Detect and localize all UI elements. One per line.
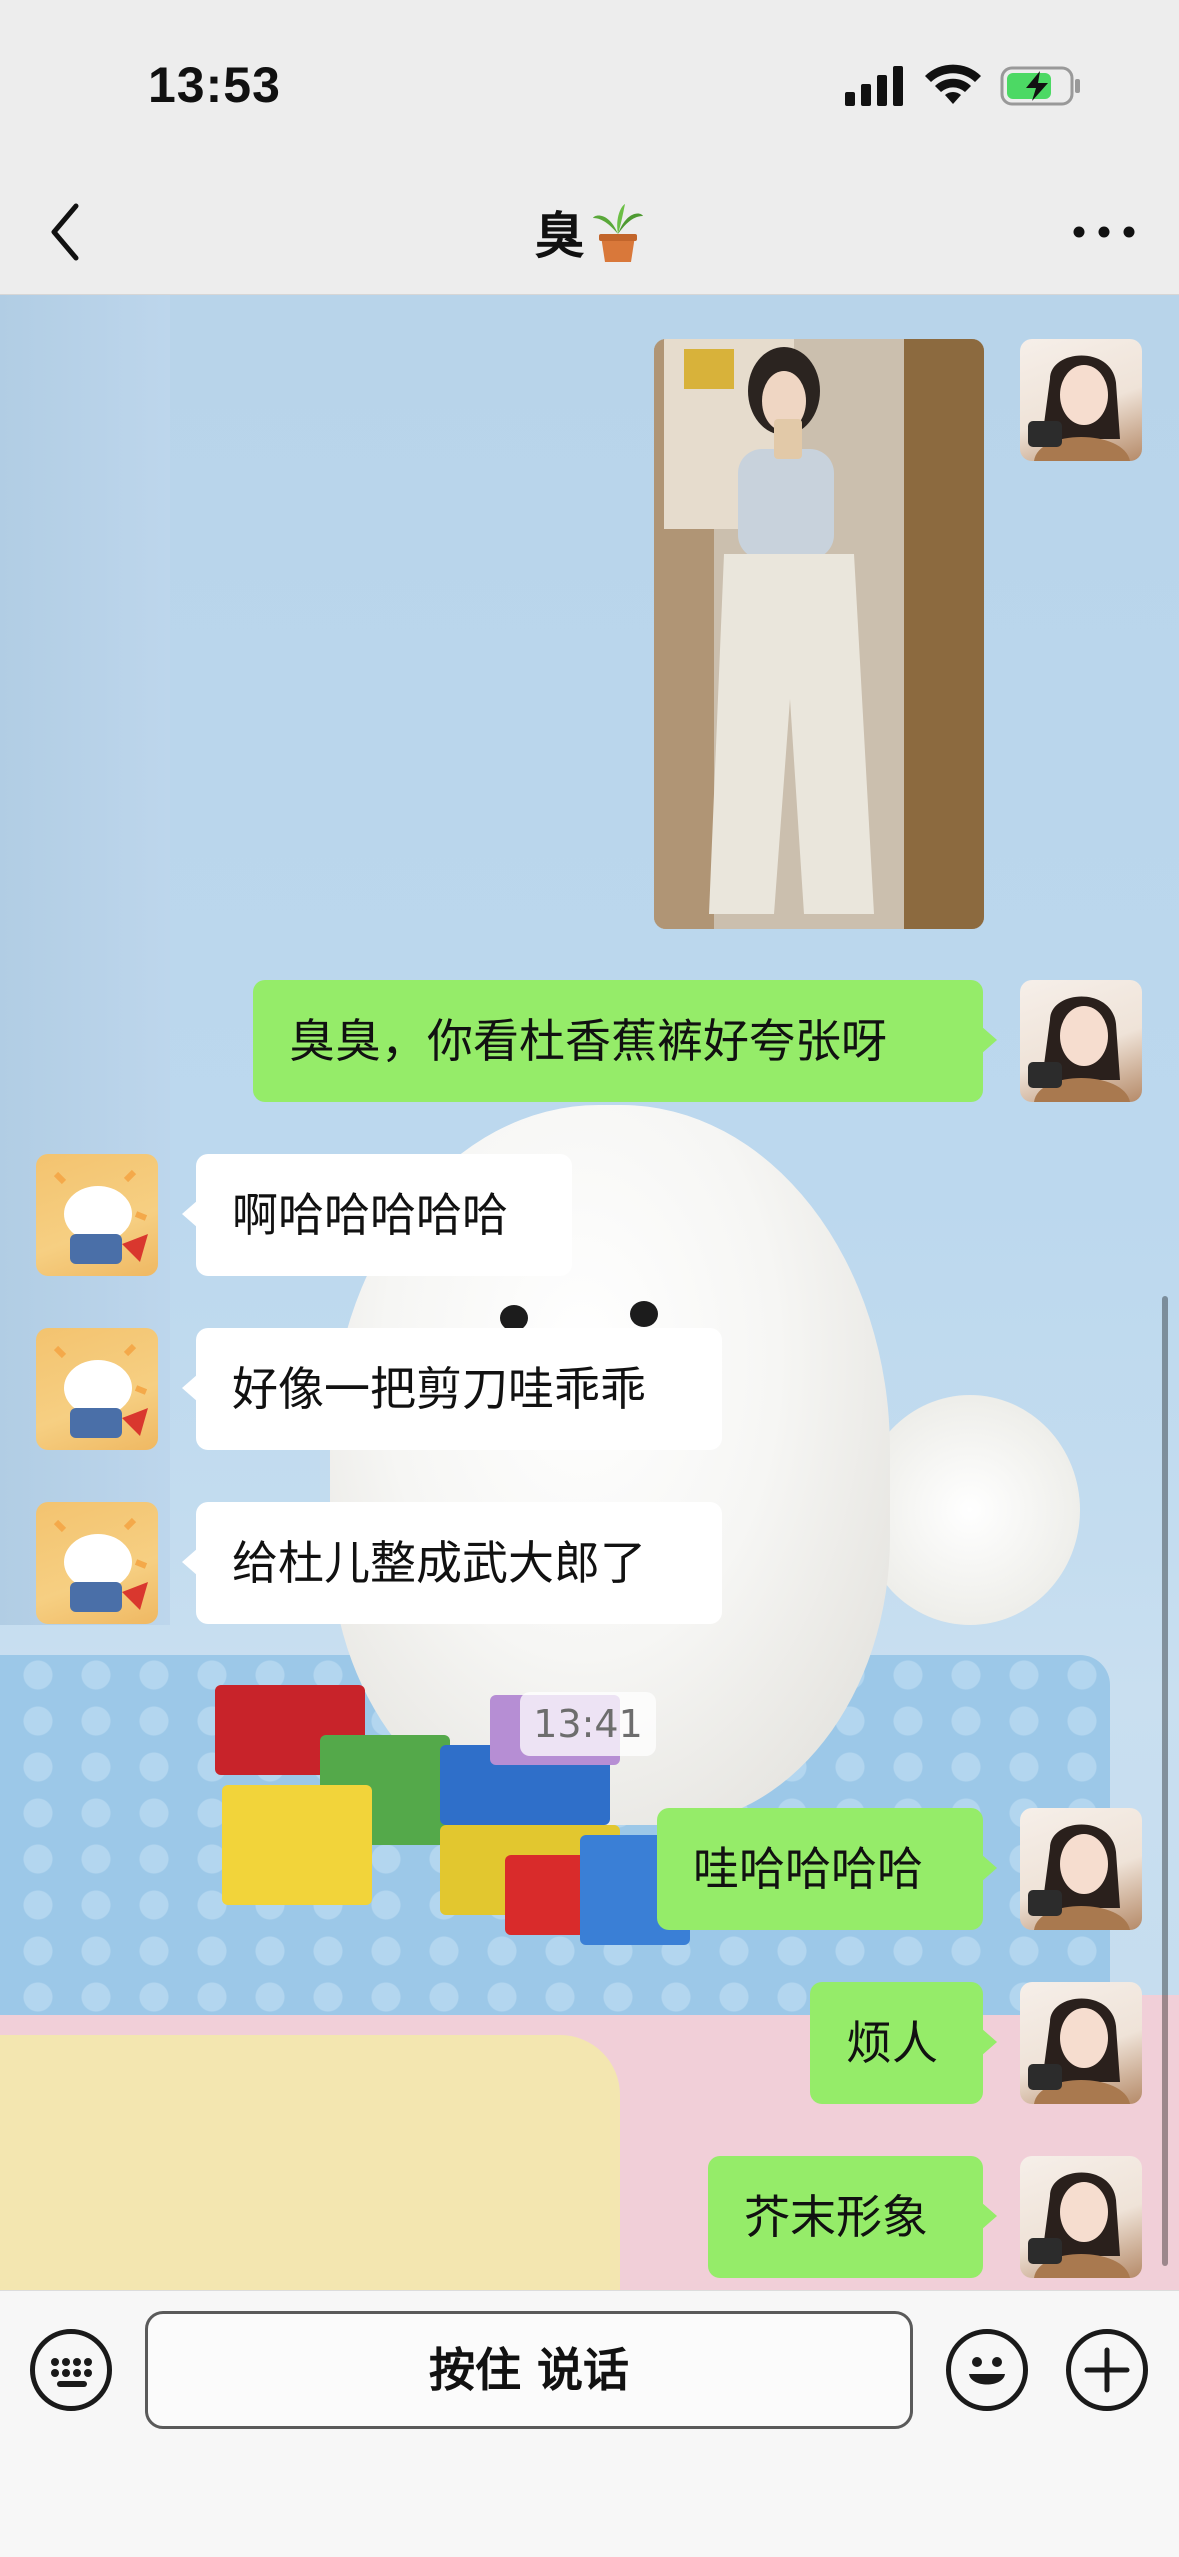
message-timestamp: 13:41 [520, 1692, 656, 1756]
chat-background-image [0, 295, 1179, 2290]
message-bubble-sent[interactable]: 哇哈哈哈哈 [657, 1808, 997, 1930]
emoji-smile-icon[interactable] [946, 2329, 1028, 2411]
battery-charging-icon [1000, 66, 1080, 106]
chat-title: 臭 [0, 196, 1179, 276]
message-bubble-received[interactable]: 好像一把剪刀哇乖乖 [182, 1328, 722, 1450]
cellular-signal-icon [845, 66, 903, 106]
chat-scrollbar[interactable] [1162, 1296, 1168, 2266]
image-message[interactable] [654, 339, 984, 929]
input-bar: 按住 说话 [0, 2290, 1179, 2557]
my-avatar[interactable] [1020, 1808, 1142, 1930]
chat-header: 臭 [0, 170, 1179, 295]
wifi-icon [925, 64, 981, 104]
hold-to-talk-button[interactable]: 按住 说话 [145, 2311, 913, 2429]
my-avatar[interactable] [1020, 1982, 1142, 2104]
status-bar: 13:53 [0, 0, 1179, 170]
my-avatar[interactable] [1020, 980, 1142, 1102]
my-avatar[interactable] [1020, 2156, 1142, 2278]
chat-title-text: 臭 [534, 207, 585, 265]
potted-plant-icon [591, 203, 645, 276]
plus-icon[interactable] [1066, 2329, 1148, 2411]
message-bubble-sent[interactable]: 芥末形象 [708, 2156, 997, 2278]
keyboard-icon[interactable] [30, 2329, 112, 2411]
message-bubble-sent[interactable]: 臭臭，你看杜香蕉裤好夸张呀 [253, 980, 997, 1102]
status-time: 13:53 [148, 57, 281, 113]
message-bubble-received[interactable]: 给杜儿整成武大郎了 [182, 1502, 722, 1624]
message-bubble-sent[interactable]: 烦人 [810, 1982, 997, 2104]
my-avatar[interactable] [1020, 339, 1142, 461]
more-dots-icon[interactable] [1069, 214, 1139, 250]
contact-avatar[interactable] [36, 1328, 158, 1450]
message-bubble-received[interactable]: 啊哈哈哈哈哈 [182, 1154, 572, 1276]
contact-avatar[interactable] [36, 1502, 158, 1624]
contact-avatar[interactable] [36, 1154, 158, 1276]
mirror-selfie-image [654, 339, 984, 929]
